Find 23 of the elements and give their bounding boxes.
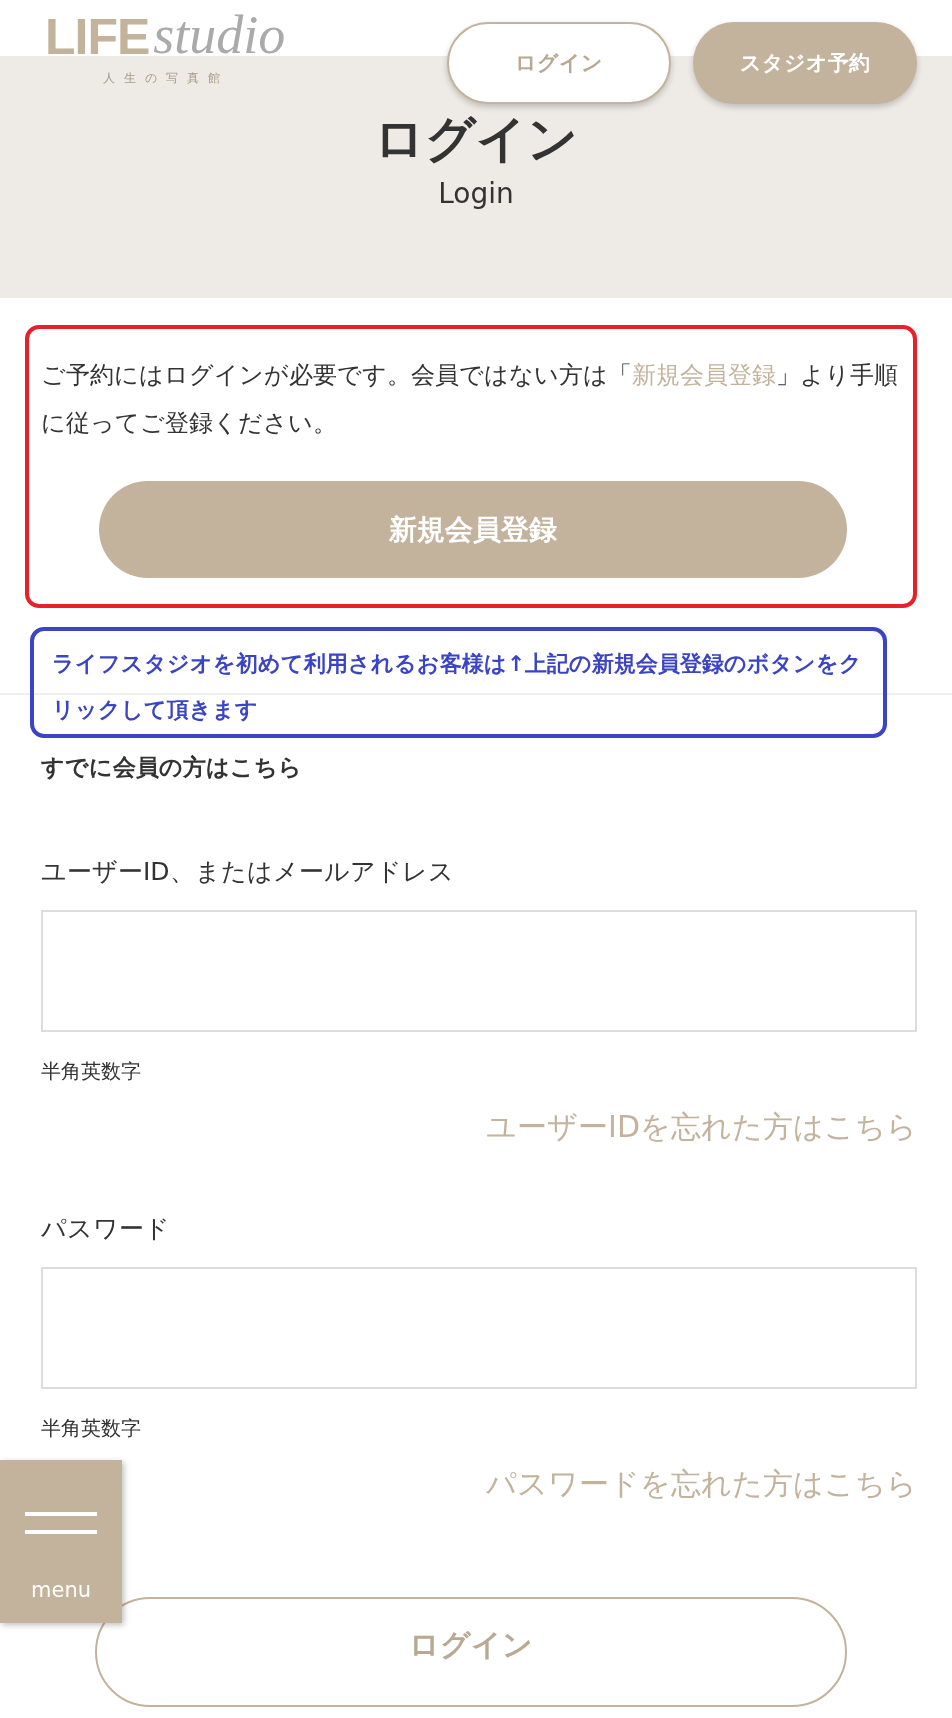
logo-text[interactable]: LIFE: [45, 12, 150, 62]
signup-button[interactable]: 新規会員登録: [99, 481, 847, 578]
studio-booking-button[interactable]: スタジオ予約: [693, 22, 917, 104]
field-hint: 半角英数字: [41, 1415, 142, 1442]
notice-text: ご予約にはログインが必要です。会員ではない方は「新規会員登録」より手順に従ってご登録ください。: [41, 360, 899, 439]
signup-link[interactable]: 新規会員登録: [632, 361, 776, 389]
logo-tagline: 人生の写真館: [102, 70, 230, 87]
page-subtitle: Login: [438, 177, 514, 210]
field-label: ユーザーID、またはメールアドレス: [41, 856, 455, 888]
section-heading: すでに会員の方はこちら: [41, 753, 303, 782]
logo-script-text[interactable]: studio: [153, 8, 286, 62]
menu-button[interactable]: menu: [0, 1460, 122, 1623]
annotation-note: ライフスタジオを初めて利用されるお客様は↑上記の新規会員登録のボタンをクリックして頂きます: [52, 650, 863, 724]
field-hint: 半角英数字: [41, 1058, 142, 1085]
input-field[interactable]: [41, 1267, 917, 1389]
input-field[interactable]: [41, 910, 917, 1032]
login-submit-button[interactable]: ログイン: [95, 1597, 847, 1707]
field-label: パスワード: [41, 1213, 171, 1245]
forgot-link[interactable]: パスワードを忘れた方はこちら: [486, 1464, 917, 1505]
login-button[interactable]: ログイン: [447, 22, 671, 104]
page-title: ログイン: [374, 112, 578, 167]
forgot-link[interactable]: ユーザーIDを忘れた方はこちら: [486, 1107, 917, 1148]
menu-icon: [25, 1512, 97, 1534]
